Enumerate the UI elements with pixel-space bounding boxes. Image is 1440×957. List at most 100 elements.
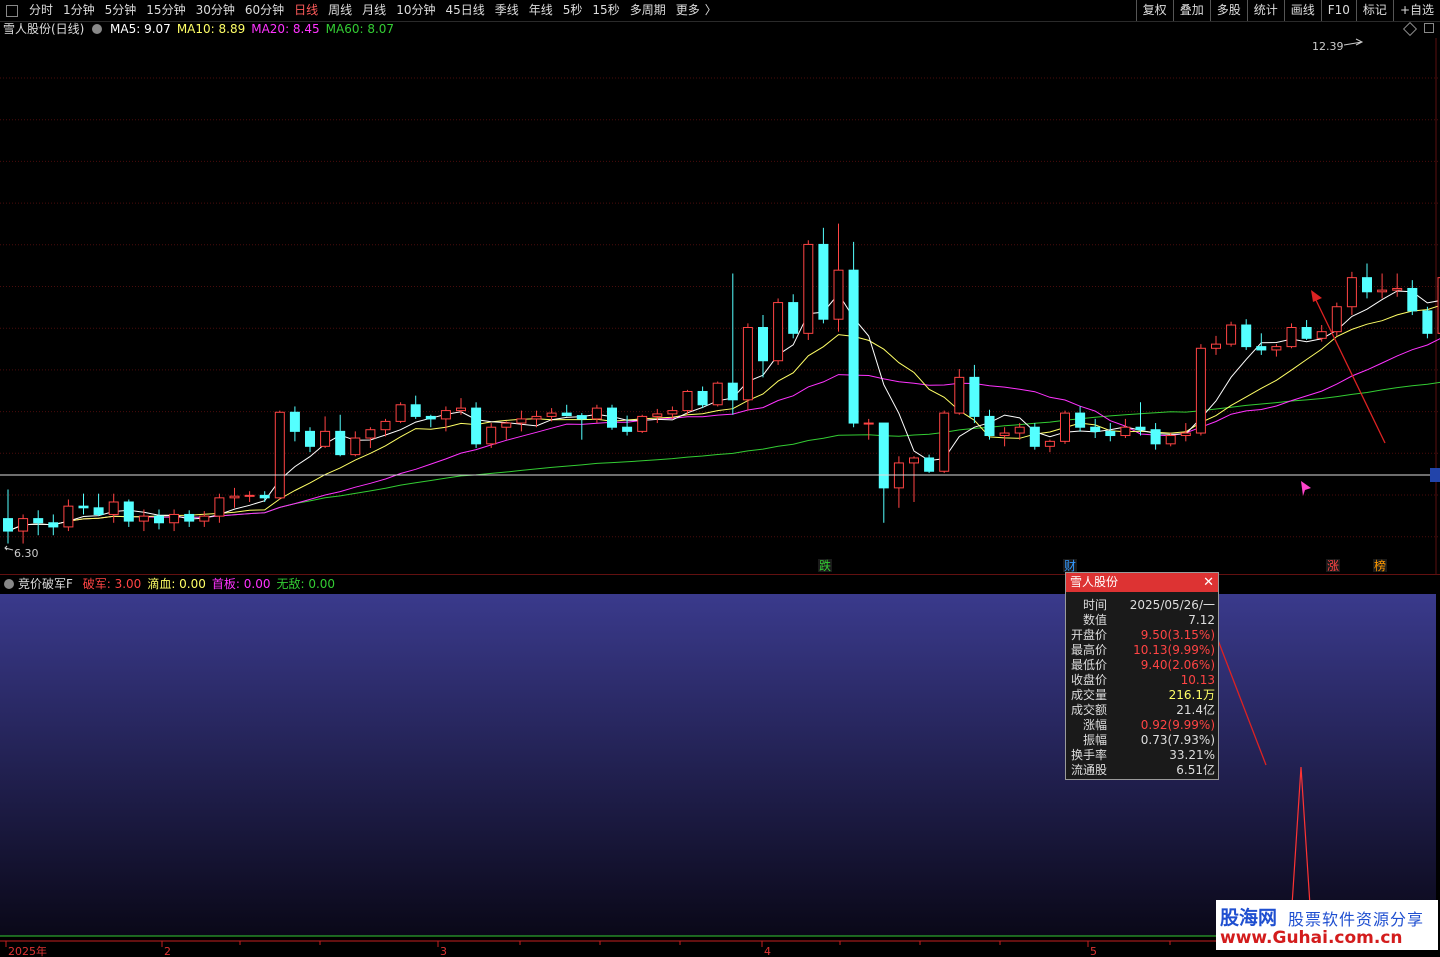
candle[interactable] xyxy=(1301,327,1312,339)
candle[interactable] xyxy=(1271,346,1282,351)
candle[interactable] xyxy=(803,243,814,334)
period-tab[interactable]: 30分钟 xyxy=(191,0,240,21)
candle[interactable] xyxy=(108,501,119,515)
candle[interactable] xyxy=(924,457,935,472)
candle[interactable] xyxy=(305,430,315,447)
candle[interactable] xyxy=(3,518,13,532)
candle[interactable] xyxy=(229,495,240,499)
candle[interactable] xyxy=(440,410,451,420)
close-icon[interactable]: ✕ xyxy=(1203,573,1214,592)
period-tab[interactable]: 日线 xyxy=(289,0,323,21)
candle[interactable] xyxy=(909,457,919,464)
candle[interactable] xyxy=(1120,426,1131,437)
candle[interactable] xyxy=(1226,324,1237,345)
candle[interactable] xyxy=(214,497,225,517)
candle[interactable] xyxy=(169,513,180,524)
data-popup[interactable]: 雪人股份 ✕ 时间 2025/05/26/一 数值 7.12 开盘价 9.50(3.15%… xyxy=(1065,572,1219,780)
chevron-right-icon[interactable]: 〉 xyxy=(705,0,722,21)
candle[interactable] xyxy=(471,407,482,445)
chart-settings-icon[interactable] xyxy=(92,24,103,34)
candle[interactable] xyxy=(682,390,693,412)
candle[interactable] xyxy=(939,412,950,472)
candle[interactable] xyxy=(410,404,421,417)
candle[interactable] xyxy=(48,522,59,528)
period-tab[interactable]: 60分钟 xyxy=(240,0,289,21)
candle[interactable] xyxy=(1135,426,1146,431)
candle[interactable] xyxy=(546,412,557,417)
candle[interactable] xyxy=(727,382,738,401)
candle[interactable] xyxy=(274,411,285,499)
popup-titlebar[interactable]: 雪人股份 ✕ xyxy=(1066,573,1218,592)
candle[interactable] xyxy=(969,376,980,417)
candle[interactable] xyxy=(712,382,723,406)
candle[interactable] xyxy=(1407,287,1418,312)
candle[interactable] xyxy=(1211,343,1221,349)
candle[interactable] xyxy=(531,415,542,420)
candle[interactable] xyxy=(576,415,587,420)
candle[interactable] xyxy=(637,415,648,432)
tool-button[interactable]: 画线 xyxy=(1283,0,1321,21)
diamond-icon[interactable] xyxy=(1402,21,1418,37)
period-tab[interactable]: 1分钟 xyxy=(58,0,100,21)
tool-button[interactable]: 统计 xyxy=(1246,0,1284,21)
candle[interactable] xyxy=(63,505,74,528)
candle[interactable] xyxy=(259,494,270,499)
period-tab[interactable]: 多周期 xyxy=(625,0,671,21)
event-marker[interactable]: 跌 xyxy=(819,558,831,573)
tool-button[interactable]: F10 xyxy=(1320,0,1356,21)
candle[interactable] xyxy=(742,327,753,401)
candle[interactable] xyxy=(320,430,331,447)
candle[interactable] xyxy=(607,407,617,428)
candle[interactable] xyxy=(516,418,527,424)
candle[interactable] xyxy=(878,422,889,489)
tool-button[interactable]: 叠加 xyxy=(1172,0,1210,21)
candle[interactable] xyxy=(667,410,678,415)
candle[interactable] xyxy=(1286,327,1297,348)
candle[interactable] xyxy=(561,412,572,417)
candle[interactable] xyxy=(289,411,300,432)
candle[interactable] xyxy=(984,415,995,437)
period-tab[interactable]: 5分钟 xyxy=(100,0,142,21)
event-marker[interactable]: 涨 xyxy=(1327,558,1339,573)
event-marker[interactable]: 榜 xyxy=(1374,558,1386,573)
candle[interactable] xyxy=(1422,310,1433,334)
tool-button[interactable]: 复权 xyxy=(1135,0,1173,21)
candle[interactable] xyxy=(501,422,512,428)
candle[interactable] xyxy=(244,494,255,497)
candle[interactable] xyxy=(1377,289,1388,293)
candle[interactable] xyxy=(818,243,829,320)
candle[interactable] xyxy=(1014,426,1025,434)
period-tab[interactable]: 周线 xyxy=(323,0,357,21)
kline-chart[interactable]: 12.39 6.30 跌 财 涨 榜 xyxy=(0,38,1440,575)
period-tab[interactable]: 15分钟 xyxy=(141,0,190,21)
event-marker[interactable]: 财 xyxy=(1064,559,1076,573)
candle[interactable] xyxy=(758,327,768,362)
candle[interactable] xyxy=(652,413,663,417)
period-tab[interactable]: 年线 xyxy=(524,0,558,21)
candle[interactable] xyxy=(199,515,210,522)
candle[interactable] xyxy=(773,302,784,362)
candle[interactable] xyxy=(1165,435,1176,445)
candle[interactable] xyxy=(1256,346,1267,351)
candle[interactable] xyxy=(1316,331,1327,339)
candle[interactable] xyxy=(1195,347,1206,434)
period-tab[interactable]: 月线 xyxy=(357,0,391,21)
candle[interactable] xyxy=(1060,412,1070,442)
candle[interactable] xyxy=(154,515,164,524)
candle[interactable] xyxy=(1090,426,1101,432)
candle[interactable] xyxy=(486,426,497,445)
candle[interactable] xyxy=(697,390,708,406)
candle[interactable] xyxy=(335,430,346,456)
period-tab[interactable]: 10分钟 xyxy=(391,0,440,21)
tool-button[interactable]: +自选 xyxy=(1392,0,1440,21)
candle[interactable] xyxy=(999,432,1010,437)
candle[interactable] xyxy=(350,437,361,456)
candle[interactable] xyxy=(18,518,29,532)
candle[interactable] xyxy=(395,404,406,422)
tool-button[interactable]: 多股 xyxy=(1209,0,1247,21)
candle[interactable] xyxy=(1150,429,1161,445)
candle[interactable] xyxy=(425,415,436,420)
candle[interactable] xyxy=(123,501,134,522)
candle[interactable] xyxy=(1362,277,1372,293)
candle[interactable] xyxy=(1029,426,1040,447)
